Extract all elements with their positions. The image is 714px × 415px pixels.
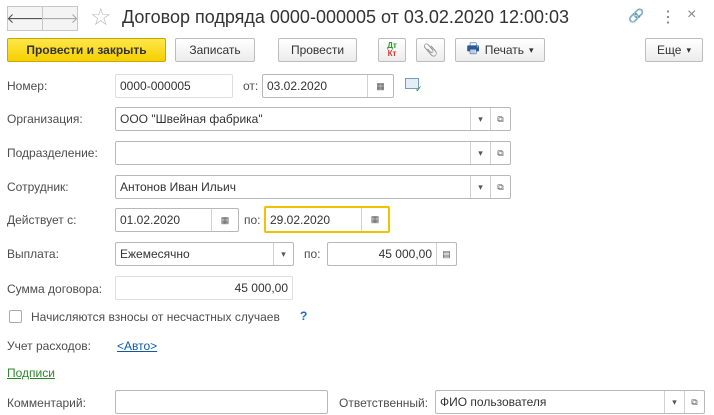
valid-to-label: по: — [244, 213, 261, 227]
payment-amount-value: 45 000,00 — [378, 247, 432, 261]
accident-label[interactable]: Начисляются взносы от несчастных случаев — [31, 310, 280, 324]
responsible-value: ФИО пользователя — [440, 395, 547, 409]
more-button[interactable]: Еще ▾ — [645, 38, 703, 62]
paperclip-icon: 📎 — [423, 43, 438, 57]
open-icon[interactable]: ⧉ — [490, 142, 510, 164]
number-value: 0000-000005 — [120, 79, 191, 93]
payment-label: Выплата: — [7, 247, 59, 261]
calendar-icon[interactable]: ▦ — [361, 208, 388, 231]
calendar-icon[interactable]: ▦ — [211, 209, 238, 231]
message-check-icon[interactable]: ✓ — [405, 78, 423, 94]
post-and-close-button[interactable]: Провести и закрыть — [7, 38, 166, 62]
kt-icon: Кт — [387, 49, 397, 58]
star-icon[interactable]: ☆ — [90, 3, 112, 32]
post-label: Провести — [290, 43, 345, 57]
dropdown-icon[interactable]: ▾ — [470, 108, 490, 130]
org-value: ООО "Швейная фабрика" — [120, 112, 263, 126]
valid-to-input[interactable]: 29.02.2020 ▦ — [264, 206, 390, 233]
link-icon[interactable]: 🔗 — [628, 8, 644, 24]
comment-input[interactable] — [115, 390, 328, 414]
post-button[interactable]: Провести — [278, 38, 357, 62]
valid-from-label: Действует с: — [7, 213, 77, 227]
open-icon[interactable]: ⧉ — [490, 108, 510, 130]
open-icon[interactable]: ⧉ — [684, 391, 704, 413]
chevron-down-icon: ▾ — [686, 44, 691, 55]
valid-from-value: 01.02.2020 — [120, 213, 181, 227]
responsible-label: Ответственный: — [339, 396, 429, 410]
payment-amount-input[interactable]: 45 000,00 ▤ — [327, 242, 457, 266]
valid-from-input[interactable]: 01.02.2020 ▦ — [115, 208, 239, 232]
more-icon[interactable]: ⋮ — [660, 7, 676, 27]
payment-select[interactable]: Ежемесячно ▾ — [115, 242, 294, 266]
dept-label: Подразделение: — [7, 146, 98, 160]
org-input[interactable]: ООО "Швейная фабрика" ▾ ⧉ — [115, 107, 511, 131]
date-value: 03.02.2020 — [267, 79, 328, 93]
employee-label: Сотрудник: — [7, 180, 69, 194]
calendar-icon[interactable]: ▦ — [367, 75, 393, 97]
sum-value: 45 000,00 — [234, 281, 288, 295]
save-button[interactable]: Записать — [175, 38, 255, 62]
date-input[interactable]: 03.02.2020 ▦ — [262, 74, 394, 98]
accident-checkbox[interactable] — [9, 310, 22, 323]
dropdown-icon[interactable]: ▾ — [664, 391, 684, 413]
sum-label: Сумма договора: — [7, 282, 103, 296]
dropdown-icon[interactable]: ▾ — [470, 176, 490, 198]
payment-value: Ежемесячно — [120, 247, 190, 261]
date-from-label: от: — [243, 79, 259, 93]
signatures-link[interactable]: Подписи — [7, 366, 55, 380]
save-label: Записать — [189, 43, 241, 57]
employee-value: Антонов Иван Ильич — [120, 180, 237, 194]
valid-to-value: 29.02.2020 — [270, 212, 331, 227]
back-button[interactable]: 🡐 — [6, 6, 44, 31]
open-icon[interactable]: ⧉ — [490, 176, 510, 198]
attach-button[interactable]: 📎 — [416, 38, 445, 62]
comment-label: Комментарий: — [7, 396, 86, 410]
number-input[interactable]: 0000-000005 — [115, 74, 233, 98]
more-label: Еще — [657, 43, 682, 57]
forward-button[interactable]: 🡒 — [41, 6, 79, 31]
close-icon[interactable]: × — [687, 6, 696, 24]
number-label: Номер: — [7, 79, 48, 93]
dropdown-icon[interactable]: ▾ — [273, 243, 293, 265]
chevron-down-icon: ▾ — [529, 44, 534, 55]
help-icon[interactable]: ? — [300, 309, 307, 323]
payment-to-label: по: — [304, 247, 321, 261]
org-label: Организация: — [7, 112, 83, 126]
cost-label: Учет расходов: — [7, 339, 91, 353]
page-title: Договор подряда 0000-000005 от 03.02.202… — [122, 7, 570, 27]
dept-input[interactable]: ▾ ⧉ — [115, 141, 511, 165]
employee-input[interactable]: Антонов Иван Ильич ▾ ⧉ — [115, 175, 511, 199]
post-and-close-label: Провести и закрыть — [26, 43, 147, 57]
responsible-input[interactable]: ФИО пользователя ▾ ⧉ — [435, 390, 705, 414]
sum-input[interactable]: 45 000,00 — [115, 276, 293, 300]
print-button[interactable]: 🖶 Печать ▾ — [455, 38, 545, 62]
cost-link[interactable]: <Авто> — [117, 339, 157, 353]
calculator-icon[interactable]: ▤ — [436, 243, 456, 265]
printer-icon: 🖶 — [466, 40, 480, 56]
dt-kt-button[interactable]: Дт Кт — [378, 38, 406, 62]
dropdown-icon[interactable]: ▾ — [470, 142, 490, 164]
print-label: Печать — [484, 43, 524, 57]
